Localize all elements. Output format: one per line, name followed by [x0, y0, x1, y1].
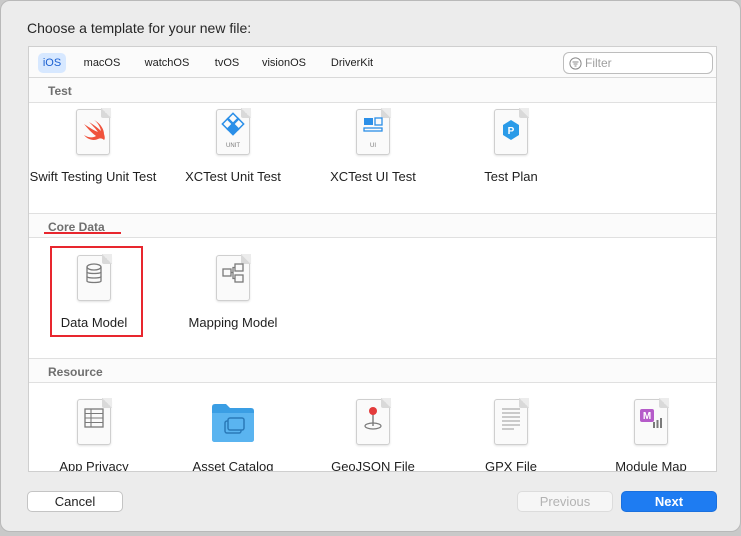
table-icon: [77, 398, 112, 445]
filter-icon: [569, 57, 582, 70]
tab-macos[interactable]: macOS: [78, 53, 126, 73]
previous-button[interactable]: Previous: [517, 491, 613, 512]
template-swift-testing-unit-test[interactable]: Swift Testing Unit Test: [29, 108, 159, 185]
section-title-resource: Resource: [48, 365, 103, 379]
template-label: XCTest UI Test: [330, 169, 416, 184]
template-gpx-file[interactable]: GPX File: [445, 398, 577, 472]
unit-badge: UNIT: [226, 143, 240, 149]
tab-tvos[interactable]: tvOS: [207, 53, 247, 73]
folder-icon: [212, 404, 254, 442]
map-pin-icon: [356, 398, 391, 445]
section-title-test: Test: [48, 84, 72, 98]
template-label: XCTest Unit Test: [185, 169, 281, 184]
dialog-heading: Choose a template for your new file:: [27, 20, 252, 36]
template-label: Test Plan: [484, 169, 538, 184]
template-module-map[interactable]: M Module Map: [585, 398, 716, 472]
template-geojson-file[interactable]: GeoJSON File: [307, 398, 439, 472]
test-plan-icon: P: [494, 108, 529, 155]
module-badge: M: [643, 411, 651, 422]
tab-watchos[interactable]: watchOS: [139, 53, 195, 73]
annotation-underline: [44, 232, 121, 234]
module-map-icon: M: [634, 398, 669, 445]
filter-input[interactable]: [585, 55, 705, 71]
template-label: GeoJSON File: [331, 459, 415, 472]
template-app-privacy[interactable]: App Privacy: [29, 398, 160, 472]
filter-field[interactable]: [563, 52, 713, 74]
template-asset-catalog[interactable]: Asset Catalog: [167, 399, 299, 472]
ui-badge: UI: [370, 143, 376, 149]
next-button[interactable]: Next: [621, 491, 717, 512]
template-xctest-ui-test[interactable]: UI XCTest UI Test: [307, 108, 439, 185]
template-xctest-unit-test[interactable]: UNIT XCTest Unit Test: [167, 108, 299, 185]
gpx-icon: [494, 398, 529, 445]
template-label: Mapping Model: [188, 315, 278, 330]
section-header-test: Test: [29, 78, 716, 103]
template-label: Swift Testing Unit Test: [29, 169, 157, 184]
cancel-button[interactable]: Cancel: [27, 491, 123, 512]
section-header-resource: Resource: [29, 358, 716, 383]
tab-driverkit[interactable]: DriverKit: [324, 53, 380, 73]
plan-badge: P: [508, 126, 515, 137]
template-label: Module Map: [615, 459, 687, 472]
template-label: GPX File: [484, 459, 537, 472]
section-header-core-data: Core Data: [29, 213, 716, 238]
annotation-highlight-box: [50, 246, 143, 337]
tab-ios[interactable]: iOS: [38, 53, 66, 73]
platform-tab-bar: iOS macOS watchOS tvOS visionOS DriverKi…: [29, 47, 716, 78]
template-test-plan[interactable]: P Test Plan: [445, 108, 577, 185]
template-label: App Privacy: [59, 459, 129, 472]
template-dialog: Choose a template for your new file: iOS…: [0, 0, 741, 532]
mapping-model-icon: [216, 254, 251, 301]
template-label: Asset Catalog: [192, 459, 274, 472]
swift-icon: [76, 108, 111, 155]
tab-visionos[interactable]: visionOS: [256, 53, 312, 73]
unit-test-icon: UNIT: [216, 108, 251, 155]
template-mapping-model[interactable]: Mapping Model: [167, 254, 299, 331]
ui-test-icon: UI: [356, 108, 391, 155]
template-panel: iOS macOS watchOS tvOS visionOS DriverKi…: [28, 46, 717, 472]
